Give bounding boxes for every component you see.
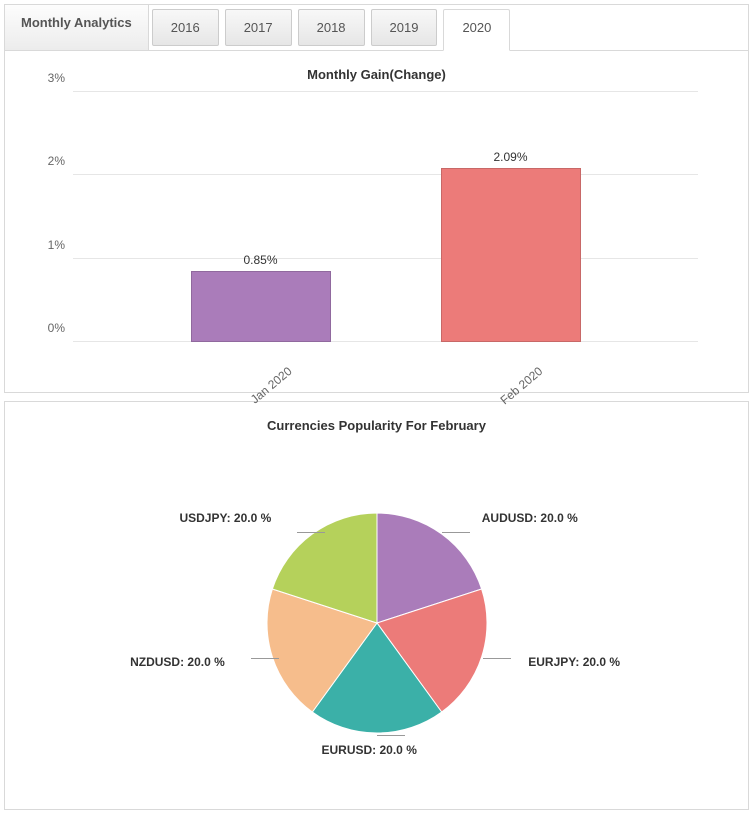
bar-chart-area: Monthly Gain(Change) 0% 1% 2% 3% 0.85%Jan 20… bbox=[5, 51, 748, 392]
tab-2019[interactable]: 2019 bbox=[371, 9, 438, 46]
pie-leader-line bbox=[483, 658, 511, 659]
pie-chart-panel: Currencies Popularity For February AUDUS… bbox=[4, 401, 749, 810]
tabs-row: Monthly Analytics 2016 2017 2018 2019 20… bbox=[5, 5, 748, 51]
pie-label: USDJPY: 20.0 % bbox=[179, 511, 271, 525]
pie-chart: AUDUSD: 20.0 % EURJPY: 20.0 % EURUSD: 20.0… bbox=[15, 443, 738, 803]
bar[interactable] bbox=[191, 271, 331, 342]
bar-chart-panel: Monthly Analytics 2016 2017 2018 2019 20… bbox=[4, 4, 749, 393]
bar[interactable] bbox=[441, 168, 581, 342]
bar-chart: 0%1%2%3%0.85%Jan 20202.09%Feb 2020 bbox=[55, 92, 708, 392]
tab-2020[interactable]: 2020 bbox=[443, 9, 510, 51]
pie-leader-line bbox=[442, 532, 470, 533]
bar-slot: 2.09%Feb 2020 bbox=[386, 92, 636, 342]
y-tick-label: 0% bbox=[35, 321, 65, 335]
y-tick-label: 1% bbox=[35, 238, 65, 252]
tab-2017[interactable]: 2017 bbox=[225, 9, 292, 46]
bar-value-label: 0.85% bbox=[243, 253, 277, 267]
bar-slot: 0.85%Jan 2020 bbox=[136, 92, 386, 342]
pie-leader-line bbox=[251, 658, 279, 659]
pie-leader-line bbox=[377, 735, 405, 736]
pie-label: NZDUSD: 20.0 % bbox=[130, 655, 225, 669]
bar-chart-title: Monthly Gain(Change) bbox=[15, 67, 738, 82]
pie-label: EURJPY: 20.0 % bbox=[528, 655, 620, 669]
y-tick-label: 2% bbox=[35, 154, 65, 168]
bar-value-label: 2.09% bbox=[493, 150, 527, 164]
panel-title: Monthly Analytics bbox=[5, 5, 149, 50]
pie-label: AUDUSD: 20.0 % bbox=[482, 511, 578, 525]
y-tick-label: 3% bbox=[35, 71, 65, 85]
pie-svg bbox=[257, 503, 497, 743]
pie-chart-title: Currencies Popularity For February bbox=[15, 418, 738, 433]
pie-leader-line bbox=[297, 532, 325, 533]
pie-label: EURUSD: 20.0 % bbox=[322, 743, 417, 757]
tab-2018[interactable]: 2018 bbox=[298, 9, 365, 46]
tab-2016[interactable]: 2016 bbox=[152, 9, 219, 46]
